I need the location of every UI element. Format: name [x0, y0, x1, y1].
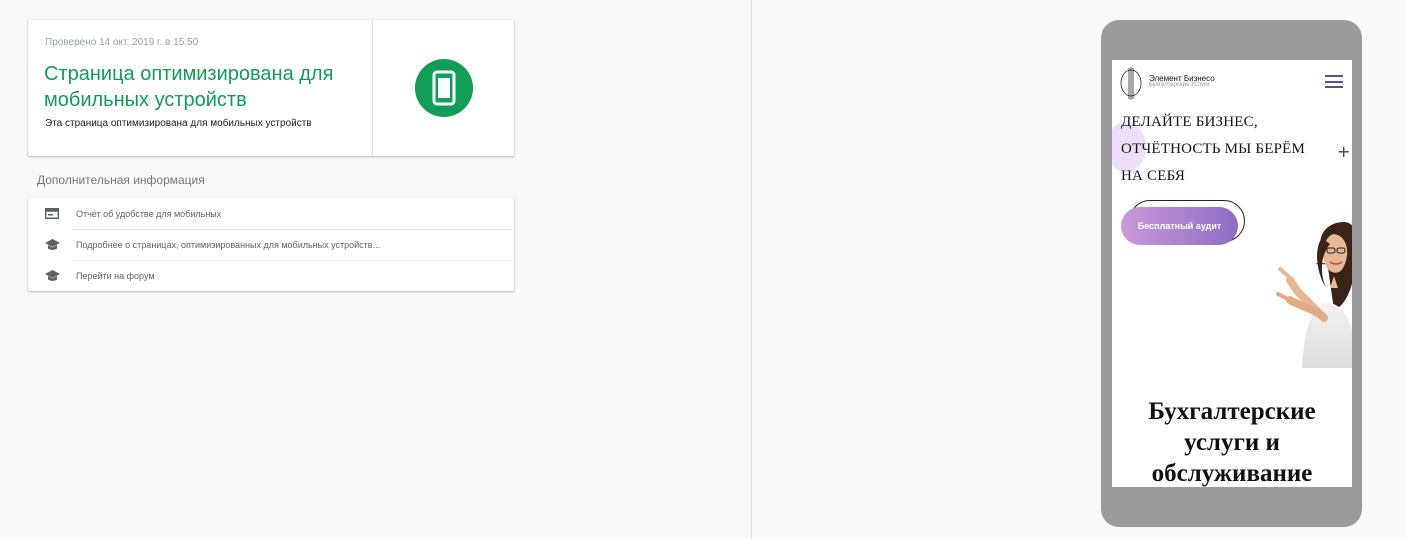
result-status-cell: [372, 20, 514, 156]
result-title: Страница оптимизирована для мобильных ус…: [44, 63, 334, 111]
checked-date: Проверено 14 окт. 2019 г. в 15:50: [45, 37, 199, 48]
site-header: Элемент Бизнесо Бухгалтерские Услуги: [1112, 60, 1352, 102]
info-link-label: Отчет об удобстве для мобильных: [76, 208, 222, 219]
link-go-to-forum[interactable]: Перейти на форум: [28, 260, 514, 291]
graduation-cap-icon: [44, 238, 60, 252]
report-icon: [44, 207, 60, 221]
result-text-area: Проверено 14 окт. 2019 г. в 15:50 Страни…: [28, 20, 372, 156]
phone-preview-screen[interactable]: Элемент Бизнесо Бухгалтерские Услуги ДЕЛ…: [1112, 60, 1352, 487]
smartphone-icon: [414, 59, 473, 117]
hero-heading-line: ДЕЛАЙТЕ БИЗНЕС,: [1121, 114, 1258, 130]
services-title-line: Бухгалтерские: [1148, 398, 1316, 425]
additional-info-list: Отчет об удобстве для мобильных Подробне…: [28, 198, 514, 291]
hero-heading-line: ОТЧЁТНОСТЬ МЫ БЕРЁМ: [1121, 141, 1306, 157]
services-section: Бухгалтерские услуги и обслуживание: [1112, 368, 1352, 487]
site-tagline: Бухгалтерские Услуги: [1149, 82, 1210, 88]
services-title: Бухгалтерские услуги и обслуживание: [1112, 396, 1352, 487]
hamburger-menu-icon[interactable]: [1325, 75, 1343, 88]
graduation-cap-icon: [44, 269, 60, 283]
info-link-label: Подробнее о страницах, оптимизированных …: [76, 239, 381, 250]
link-learn-more-mobile-pages[interactable]: Подробнее о страницах, оптимизированных …: [28, 229, 514, 260]
decorative-cross-icon: +: [1337, 142, 1351, 161]
services-title-line: обслуживание: [1151, 460, 1313, 487]
site-logo: [1120, 67, 1142, 100]
link-mobile-usability-report[interactable]: Отчет об удобстве для мобильных: [28, 198, 514, 229]
hero-heading-line: НА СЕБЯ: [1121, 168, 1186, 184]
info-link-label: Перейти на форум: [76, 270, 155, 281]
mobile-friendly-result-card: Проверено 14 окт. 2019 г. в 15:50 Страни…: [28, 20, 514, 156]
services-title-line: услуги и: [1184, 429, 1280, 456]
additional-info-heading: Дополнительная информация: [37, 173, 205, 187]
panel-divider: [751, 0, 752, 539]
free-audit-button[interactable]: Бесплатный аудит: [1121, 207, 1238, 245]
hero-section: ДЕЛАЙТЕ БИЗНЕС, ОТЧЁТНОСТЬ МЫ БЕРЁМ НА С…: [1112, 102, 1352, 368]
result-description: Эта страница оптимизирована для мобильны…: [45, 118, 312, 129]
